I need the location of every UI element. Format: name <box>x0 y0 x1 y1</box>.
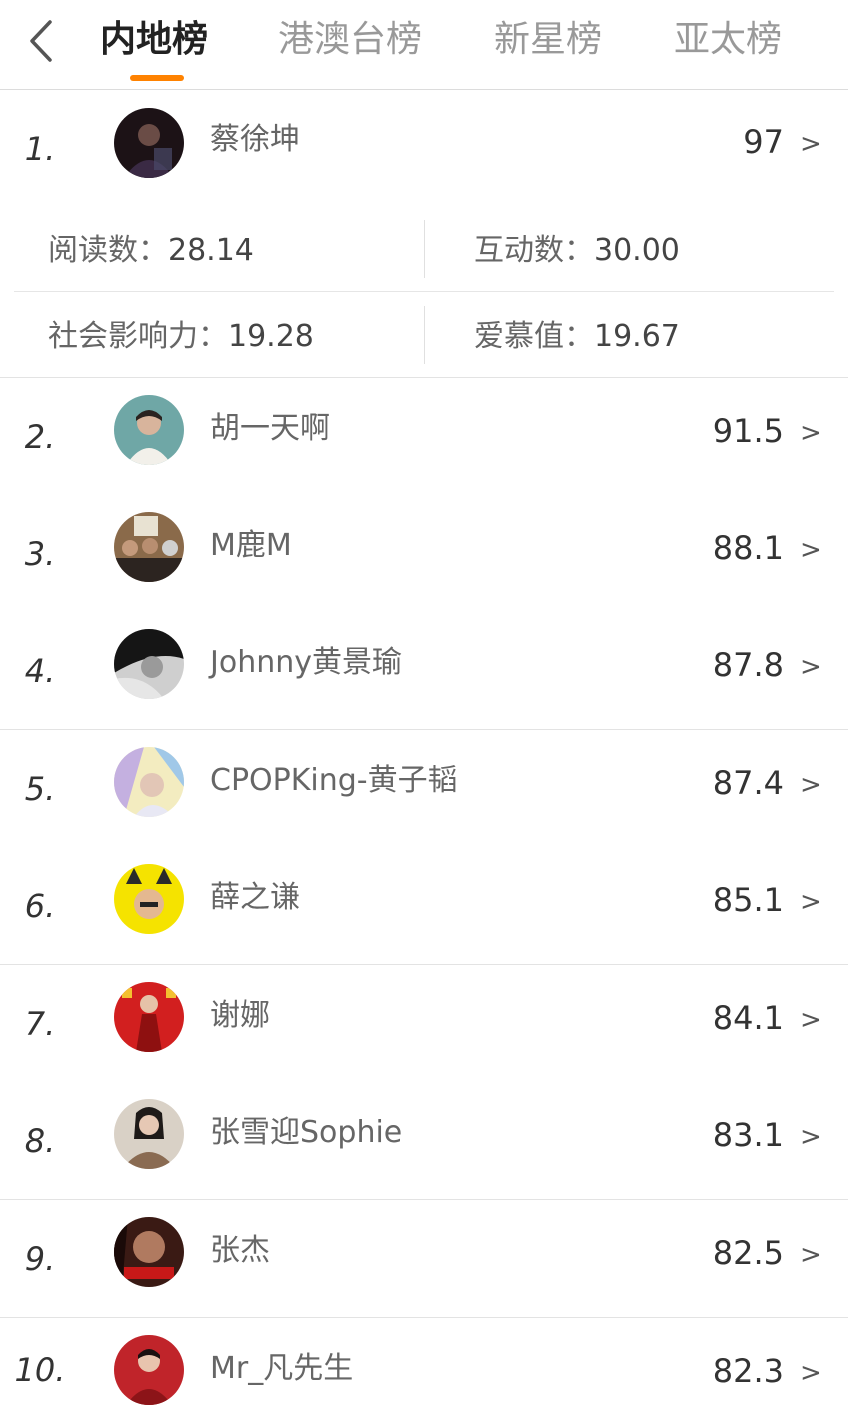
user-name: CPOPKing-黄子韬 <box>210 763 458 798</box>
ranking-row-2[interactable]: 2. 胡一天啊 91.5 > <box>0 378 848 496</box>
avatar <box>114 395 184 465</box>
rank-number: 9. <box>24 1239 56 1278</box>
rank-number: 6. <box>24 886 56 925</box>
stats-divider <box>424 306 425 364</box>
love-value: 19.67 <box>594 319 680 354</box>
tab-mainland[interactable]: 内地榜 <box>100 14 208 74</box>
ranking-row-4[interactable]: 4. Johnny黄景瑜 87.8 > <box>0 612 848 730</box>
avatar <box>114 512 184 582</box>
score-value: 83.1 <box>712 1116 784 1154</box>
tab-hk-macau-taiwan[interactable]: 港澳台榜 <box>278 14 422 74</box>
chevron-left-icon <box>30 20 52 62</box>
ranking-row-8[interactable]: 8. 张雪迎Sophie 83.1 > <box>0 1082 848 1200</box>
user-name: 谢娜 <box>210 998 270 1033</box>
avatar <box>114 864 184 934</box>
rank-number: 10. <box>14 1351 66 1389</box>
ranking-row-7[interactable]: 7. 谢娜 84.1 > <box>0 965 848 1083</box>
chevron-right-icon: > <box>800 418 822 448</box>
user-name: 张雪迎Sophie <box>210 1115 403 1150</box>
ranking-row-5[interactable]: 5. CPOPKing-黄子韬 87.4 > <box>0 730 848 848</box>
rank-number: 5. <box>24 769 56 808</box>
ranking-row-9[interactable]: 9. 张杰 82.5 > <box>0 1200 848 1318</box>
active-tab-indicator <box>130 75 184 81</box>
user-name: 薛之谦 <box>210 880 300 915</box>
love-label: 爱慕值： <box>474 319 594 354</box>
score-value: 91.5 <box>712 412 784 450</box>
interactions-label: 互动数： <box>474 233 594 268</box>
user-name: M鹿M <box>210 528 292 563</box>
tab-asia-pacific[interactable]: 亚太榜 <box>674 14 782 74</box>
chevron-right-icon: > <box>800 1358 822 1388</box>
score-value: 82.3 <box>712 1352 784 1390</box>
score-value: 97 <box>743 123 784 161</box>
chevron-right-icon: > <box>800 129 822 159</box>
ranking-row-6[interactable]: 6. 薛之谦 85.1 > <box>0 847 848 965</box>
avatar <box>114 1335 184 1405</box>
influence-label: 社会影响力： <box>48 319 228 354</box>
top-nav-bar: 内地榜 港澳台榜 新星榜 亚太榜 <box>0 0 848 90</box>
chevron-right-icon: > <box>800 652 822 682</box>
avatar <box>114 1099 184 1169</box>
score-value: 85.1 <box>712 881 784 919</box>
user-name: Johnny黄景瑜 <box>210 645 402 680</box>
interactions-value: 30.00 <box>594 233 680 268</box>
reads-stat: 阅读数：28.14 <box>48 231 254 271</box>
score-value: 88.1 <box>712 529 784 567</box>
avatar <box>114 108 184 178</box>
chevron-right-icon: > <box>800 1240 822 1270</box>
avatar <box>114 747 184 817</box>
user-name: Mr_凡先生 <box>210 1351 354 1386</box>
avatar <box>114 982 184 1052</box>
tab-new-stars[interactable]: 新星榜 <box>494 14 602 74</box>
score-value: 87.4 <box>712 764 784 802</box>
rank-number: 1. <box>24 129 56 168</box>
influence-value: 19.28 <box>228 319 314 354</box>
rank-number: 2. <box>24 417 56 456</box>
score-value: 84.1 <box>712 999 784 1037</box>
stats-divider <box>424 220 425 278</box>
rank-number: 7. <box>24 1004 56 1043</box>
chevron-right-icon: > <box>800 770 822 800</box>
ranking-row-1[interactable]: 1. 蔡徐坤 97 > <box>0 90 848 208</box>
user-name: 张杰 <box>210 1233 270 1268</box>
user-name: 蔡徐坤 <box>210 122 300 157</box>
love-stat: 爱慕值：19.67 <box>474 317 680 357</box>
avatar <box>114 1217 184 1287</box>
rank-number: 3. <box>24 534 56 573</box>
chevron-right-icon: > <box>800 535 822 565</box>
score-value: 82.5 <box>712 1234 784 1272</box>
stats-divider <box>14 291 834 292</box>
chevron-right-icon: > <box>800 887 822 917</box>
rank-number: 8. <box>24 1121 56 1160</box>
reads-value: 28.14 <box>168 233 254 268</box>
chevron-right-icon: > <box>800 1122 822 1152</box>
rank-1-stats-panel: 阅读数：28.14 互动数：30.00 社会影响力：19.28 爱慕值：19.6… <box>0 206 848 378</box>
chevron-right-icon: > <box>800 1005 822 1035</box>
influence-stat: 社会影响力：19.28 <box>48 317 314 357</box>
user-name: 胡一天啊 <box>210 411 330 446</box>
avatar <box>114 629 184 699</box>
interactions-stat: 互动数：30.00 <box>474 231 680 271</box>
reads-label: 阅读数： <box>48 233 168 268</box>
score-value: 87.8 <box>712 646 784 684</box>
rank-number: 4. <box>24 651 56 690</box>
ranking-row-3[interactable]: 3. M鹿M 88.1 > <box>0 495 848 613</box>
ranking-row-10[interactable]: 10. Mr_凡先生 82.3 > <box>0 1318 848 1428</box>
back-button[interactable] <box>22 16 62 66</box>
